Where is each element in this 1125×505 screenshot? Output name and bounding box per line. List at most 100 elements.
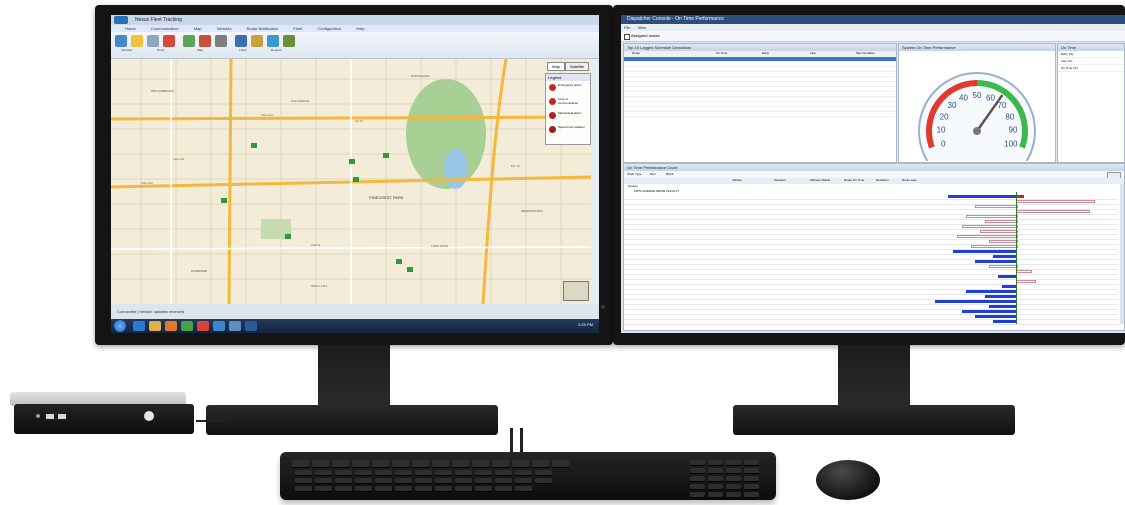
keyboard[interactable]	[280, 452, 776, 500]
playback-icon[interactable]	[199, 35, 211, 47]
grid-col-operator[interactable]: Operator	[774, 178, 786, 182]
grid-col-deviation[interactable]: Deviation	[876, 178, 889, 182]
keyboard-key[interactable]	[532, 462, 549, 468]
browser-icon[interactable]	[133, 321, 145, 331]
grid-scrollbar[interactable]	[1120, 184, 1124, 324]
keyboard-key[interactable]	[552, 462, 569, 468]
grid-col-route-on-time[interactable]: Route On Time	[844, 178, 864, 182]
grid-col-offroute[interactable]: Offroute Status	[810, 178, 830, 182]
ribbon-tab-route-notification[interactable]: Route Notification	[247, 26, 279, 31]
ribbon-tab-home[interactable]: Home	[125, 26, 136, 31]
numpad-key[interactable]	[708, 484, 723, 490]
keyboard-key[interactable]	[335, 478, 352, 484]
numpad-key[interactable]	[726, 484, 741, 490]
keyboard-key[interactable]	[535, 470, 552, 476]
system-clock[interactable]: 2:25 PM	[578, 322, 593, 327]
keyboard-key[interactable]	[395, 486, 412, 492]
search-icon[interactable]	[147, 35, 159, 47]
keyboard-key[interactable]	[355, 470, 372, 476]
numpad-key[interactable]	[690, 476, 705, 482]
numpad-key[interactable]	[708, 460, 723, 466]
keyboard-key[interactable]	[395, 478, 412, 484]
keyboard-key[interactable]	[515, 478, 532, 484]
keyboard-key[interactable]	[515, 470, 532, 476]
keyboard-key[interactable]	[332, 462, 349, 468]
keyboard-key[interactable]	[375, 478, 392, 484]
numpad-key[interactable]	[744, 460, 759, 466]
keyboard-key[interactable]	[315, 486, 332, 492]
keyboard-key[interactable]	[435, 486, 452, 492]
keyboard-key[interactable]	[495, 478, 512, 484]
numpad-key[interactable]	[690, 468, 705, 474]
grid-col-route-late[interactable]: Route Late	[902, 178, 917, 182]
network-icon[interactable]	[181, 321, 193, 331]
filter-item-early[interactable]: Early (%)	[1058, 51, 1124, 58]
keyboard-key[interactable]	[395, 470, 412, 476]
grid-col-vehicle[interactable]: Vehicle	[732, 178, 742, 182]
numpad-key[interactable]	[690, 460, 705, 466]
grid-facility-label[interactable]: FIFTH AVENUE DRIVE FACILITY	[634, 189, 679, 193]
numpad-key[interactable]	[744, 492, 759, 498]
grid-root-label[interactable]: System	[628, 184, 638, 188]
minimap-overview[interactable]	[563, 281, 589, 301]
keyboard-key[interactable]	[295, 486, 312, 492]
route-icon[interactable]	[163, 35, 175, 47]
display-icon[interactable]	[183, 35, 195, 47]
table-row[interactable]	[624, 319, 1118, 325]
keyboard-key[interactable]	[495, 486, 512, 492]
table-row[interactable]	[624, 112, 896, 117]
routes-col-on-time[interactable]: On Time	[716, 51, 727, 55]
keyboard-key[interactable]	[492, 462, 509, 468]
gear-icon[interactable]	[251, 35, 263, 47]
assigned-routes-checkbox[interactable]	[624, 34, 630, 40]
keyboard-key[interactable]	[315, 470, 332, 476]
keyboard-key[interactable]	[355, 486, 372, 492]
keyboard-key[interactable]	[472, 462, 489, 468]
keyboard-key[interactable]	[415, 478, 432, 484]
calculator-icon[interactable]	[229, 321, 241, 331]
keyboard-key[interactable]	[352, 462, 369, 468]
keyboard-key[interactable]	[412, 462, 429, 468]
layers-icon[interactable]	[283, 35, 295, 47]
mouse[interactable]	[816, 460, 880, 500]
keyboard-key[interactable]	[335, 470, 352, 476]
power-button-icon[interactable]	[144, 411, 154, 421]
routes-col-late[interactable]: Late	[810, 51, 816, 55]
numpad-key[interactable]	[744, 476, 759, 482]
run-radio[interactable]: Run	[650, 172, 656, 176]
keyboard-key[interactable]	[355, 478, 372, 484]
numpad-key[interactable]	[744, 484, 759, 490]
keyboard-key[interactable]	[372, 462, 389, 468]
keyboard-key[interactable]	[292, 462, 309, 468]
numpad-key[interactable]	[726, 468, 741, 474]
keyboard-key[interactable]	[435, 478, 452, 484]
vehicle-icon[interactable]	[115, 35, 127, 47]
keyboard-key[interactable]	[392, 462, 409, 468]
keyboard-key[interactable]	[455, 470, 472, 476]
numpad-key[interactable]	[708, 476, 723, 482]
ribbon-tab-help[interactable]: Help	[356, 26, 364, 31]
menu-file[interactable]: File	[624, 25, 630, 30]
numpad-key[interactable]	[744, 468, 759, 474]
left-monitor-power-button[interactable]	[601, 305, 605, 309]
keyboard-key[interactable]	[312, 462, 329, 468]
numpad-key[interactable]	[726, 476, 741, 482]
keyboard-key[interactable]	[535, 478, 552, 484]
routes-col-max-deviation[interactable]: Max Deviation	[856, 51, 875, 55]
ribbon-tab-configuration[interactable]: Configuration	[317, 26, 341, 31]
keyboard-key[interactable]	[515, 486, 532, 492]
keyboard-key[interactable]	[295, 478, 312, 484]
start-button-icon[interactable]	[114, 320, 126, 332]
ribbon-tab-communication[interactable]: Communication	[151, 26, 179, 31]
keyboard-key[interactable]	[475, 470, 492, 476]
numpad-key[interactable]	[726, 492, 741, 498]
filter-item-late[interactable]: Late (%)	[1058, 58, 1124, 65]
ribbon-tab-map[interactable]: Map	[194, 26, 202, 31]
keyboard-key[interactable]	[375, 470, 392, 476]
keyboard-key[interactable]	[475, 486, 492, 492]
lightbulb-icon[interactable]	[131, 35, 143, 47]
block-radio[interactable]: Block	[666, 172, 673, 176]
ribbon-tab-vehicles[interactable]: Vehicles	[217, 26, 232, 31]
satellite-mode-button[interactable]: Satellite	[565, 62, 589, 71]
keyboard-key[interactable]	[315, 478, 332, 484]
